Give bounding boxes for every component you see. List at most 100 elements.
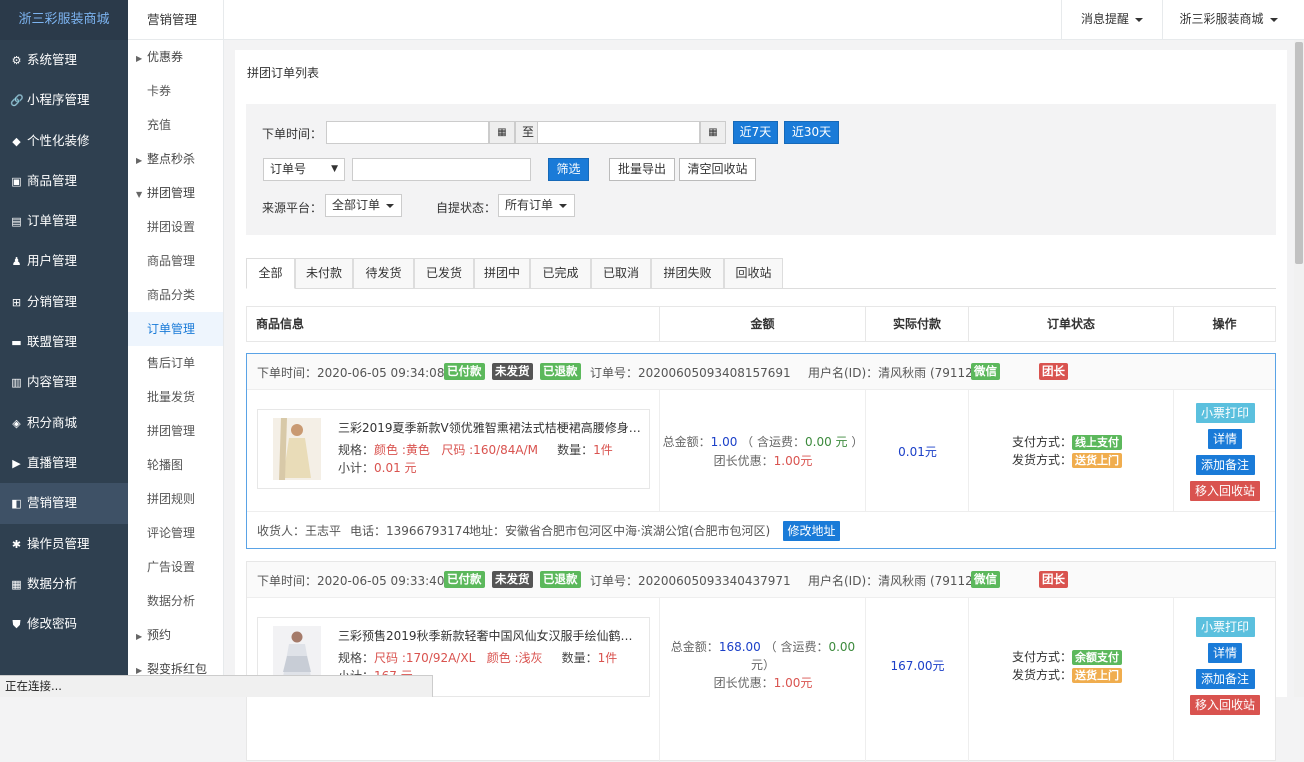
action-button-0[interactable]: 小票打印 — [1195, 617, 1255, 637]
sub-sidebar-item[interactable]: 售后订单 — [128, 346, 223, 380]
sub-sidebar-item[interactable]: ▼ 拼团管理 — [128, 176, 223, 210]
action-button-2[interactable]: 添加备注 — [1195, 455, 1255, 475]
sidebar-item[interactable]: ⚙ 系统管理 — [0, 40, 128, 80]
sub-sidebar-item[interactable]: 数据分析 — [128, 584, 223, 618]
sidebar-item[interactable]: ⊞ 分销管理 — [0, 282, 128, 322]
edit-address-button[interactable]: 修改地址 — [783, 521, 840, 541]
tab-8[interactable]: 回收站 — [724, 258, 783, 289]
sidebar-item-label: 数据分析 — [27, 575, 78, 591]
order-header: 下单时间：2020-06-05 09:34:08 已付款 未发货 已退款 订单号：202… — [247, 354, 1275, 390]
leader-discount: 团长优惠：1.00元 — [713, 676, 813, 690]
sub-sidebar-item[interactable]: 广告设置 — [128, 550, 223, 584]
search-input[interactable] — [352, 158, 531, 181]
sidebar-item[interactable]: ◆ 个性化装修 — [0, 121, 128, 161]
sub-sidebar: 营销管理 ▶ 优惠券 卡券 充值 ▶ 整点秒杀 ▼ 拼团管理 拼团设置 商品管理 商品分类 订单管理售… — [128, 0, 224, 697]
product-image[interactable] — [273, 418, 321, 480]
tab-0[interactable]: 全部 — [246, 258, 295, 289]
action-button-3[interactable]: 移入回收站 — [1190, 695, 1260, 715]
sub-sidebar-item[interactable]: 商品管理 — [128, 244, 223, 278]
sub-sidebar-label: 订单管理 — [147, 322, 196, 336]
sub-sidebar-label: 商品管理 — [147, 254, 196, 268]
action-button-3[interactable]: 移入回收站 — [1190, 481, 1260, 501]
brand-logo[interactable]: 浙三彩服装商城 — [0, 0, 128, 40]
sidebar-item-label: 营销管理 — [27, 495, 78, 511]
sub-sidebar-item[interactable]: ▶ 预约 — [128, 618, 223, 652]
tab-3[interactable]: 已发货 — [414, 258, 474, 289]
sub-sidebar-item[interactable]: 轮播图 — [128, 448, 223, 482]
diamond-icon: ◆ — [12, 134, 21, 148]
messages-dropdown[interactable]: 消息提醒 — [1061, 0, 1162, 40]
action-button-2[interactable]: 添加备注 — [1195, 669, 1255, 689]
sub-sidebar-item[interactable]: 拼团管理 — [128, 414, 223, 448]
scrollbar-thumb[interactable] — [1295, 42, 1303, 264]
source-dropdown[interactable]: 全部订单 — [325, 194, 402, 217]
tab-2[interactable]: 待发货 — [353, 258, 414, 289]
clear-recycle-button[interactable]: 清空回收站 — [679, 158, 756, 181]
last-30-days-button[interactable]: 近30天 — [784, 121, 839, 144]
batch-export-button[interactable]: 批量导出 — [609, 158, 675, 181]
sidebar-item[interactable]: ◧ 营销管理 — [0, 483, 128, 524]
sub-sidebar-item[interactable]: 商品分类 — [128, 278, 223, 312]
sub-sidebar-label: 批量发货 — [147, 390, 196, 404]
last-7-days-button[interactable]: 近7天 — [733, 121, 778, 144]
sidebar-item[interactable]: ▶ 直播管理 — [0, 443, 128, 483]
leader-badge: 团长 — [1039, 571, 1068, 588]
sub-sidebar-item[interactable]: ▶ 整点秒杀 — [128, 142, 223, 176]
sidebar-item[interactable]: ◈ 积分商城 — [0, 403, 128, 443]
caret-right-icon: ▶ — [136, 54, 143, 63]
store-dropdown[interactable]: 浙三彩服装商城 — [1162, 0, 1294, 40]
action-button-0[interactable]: 小票打印 — [1195, 403, 1255, 423]
sidebar-item[interactable]: ▦ 数据分析 — [0, 564, 128, 604]
sub-sidebar-item[interactable]: 充值 — [128, 108, 223, 142]
sub-sidebar-item[interactable]: 批量发货 — [128, 380, 223, 414]
sidebar-item[interactable]: ⛊ 修改密码 — [0, 604, 128, 644]
caret-right-icon: ▶ — [136, 156, 143, 165]
calendar-icon[interactable]: ▦ — [700, 121, 726, 144]
order-number: 订单号：20200605093408157691 — [590, 366, 791, 380]
action-button-1[interactable]: 详情 — [1208, 643, 1242, 663]
sidebar-item[interactable]: ▬ 联盟管理 — [0, 322, 128, 362]
tab-7[interactable]: 拼团失败 — [651, 258, 724, 289]
sidebar-item[interactable]: ▣ 商品管理 — [0, 161, 128, 201]
sidebar-item-label: 系统管理 — [27, 52, 78, 67]
sub-sidebar-item[interactable]: 卡券 — [128, 74, 223, 108]
sub-sidebar-item[interactable]: 拼团规则 — [128, 482, 223, 516]
sidebar-item[interactable]: ▥ 内容管理 — [0, 362, 128, 402]
sub-sidebar-item[interactable]: 订单管理 — [128, 312, 223, 346]
search-type-select[interactable]: 订单号 ▼ — [263, 158, 345, 181]
sidebar-item[interactable]: ▤ 订单管理 — [0, 201, 128, 241]
sub-sidebar-item[interactable]: 评论管理 — [128, 516, 223, 550]
chevron-down-icon: ▼ — [331, 164, 338, 174]
product-name[interactable]: 三彩预售2019秋季新款轻奢中国风仙女汉服手绘仙鹤长裙 — [338, 627, 643, 644]
status-badge: 未发货 — [492, 571, 533, 588]
page-scrollbar[interactable] — [1294, 40, 1304, 697]
receiver-address: 地址：安徽省合肥市包河区中海·滨湖公馆(合肥市包河区) — [469, 524, 771, 538]
sub-sidebar-label: 充值 — [147, 118, 172, 132]
sub-sidebar-item[interactable]: ▶ 优惠券 — [128, 40, 223, 74]
action-button-1[interactable]: 详情 — [1208, 429, 1242, 449]
tab-4[interactable]: 拼团中 — [474, 258, 530, 289]
sub-sidebar-item[interactable]: 拼团设置 — [128, 210, 223, 244]
caret-down-icon — [1135, 17, 1143, 22]
end-date-input[interactable] — [537, 121, 700, 144]
tab-5[interactable]: 已完成 — [530, 258, 591, 289]
order-time-label: 下单时间： — [262, 127, 323, 141]
calendar-icon[interactable]: ▦ — [489, 121, 515, 144]
tab-6[interactable]: 已取消 — [591, 258, 651, 289]
pickup-dropdown[interactable]: 所有订单 — [498, 194, 575, 217]
start-date-input[interactable] — [326, 121, 489, 144]
tab-1[interactable]: 未付款 — [295, 258, 353, 289]
sidebar-item[interactable]: ♟ 用户管理 — [0, 241, 128, 281]
play-icon: ▶ — [12, 456, 21, 470]
sub-sidebar-label: 拼团管理 — [147, 424, 196, 438]
filter-button[interactable]: 筛选 — [548, 158, 589, 181]
megaphone-icon: ◧ — [11, 497, 22, 511]
product-name[interactable]: 三彩2019夏季新款V领优雅智熏裙法式桔梗裙高腰修身显瘦连衣裙 — [338, 419, 643, 436]
sidebar-item[interactable]: 🔗 小程序管理 — [0, 80, 128, 120]
table-header: 商品信息 金额 实际付款 订单状态 操作 — [246, 306, 1276, 342]
receiver-row: 收货人：王志平 电话：13966793174 地址：安徽省合肥市包河区中海·滨湖公馆… — [247, 511, 1275, 549]
sidebar-item[interactable]: ✱ 操作员管理 — [0, 524, 128, 564]
sub-sidebar-label: 数据分析 — [147, 594, 196, 608]
sub-sidebar-label: 卡券 — [147, 84, 172, 98]
sidebar-item-label: 商品管理 — [27, 172, 78, 188]
